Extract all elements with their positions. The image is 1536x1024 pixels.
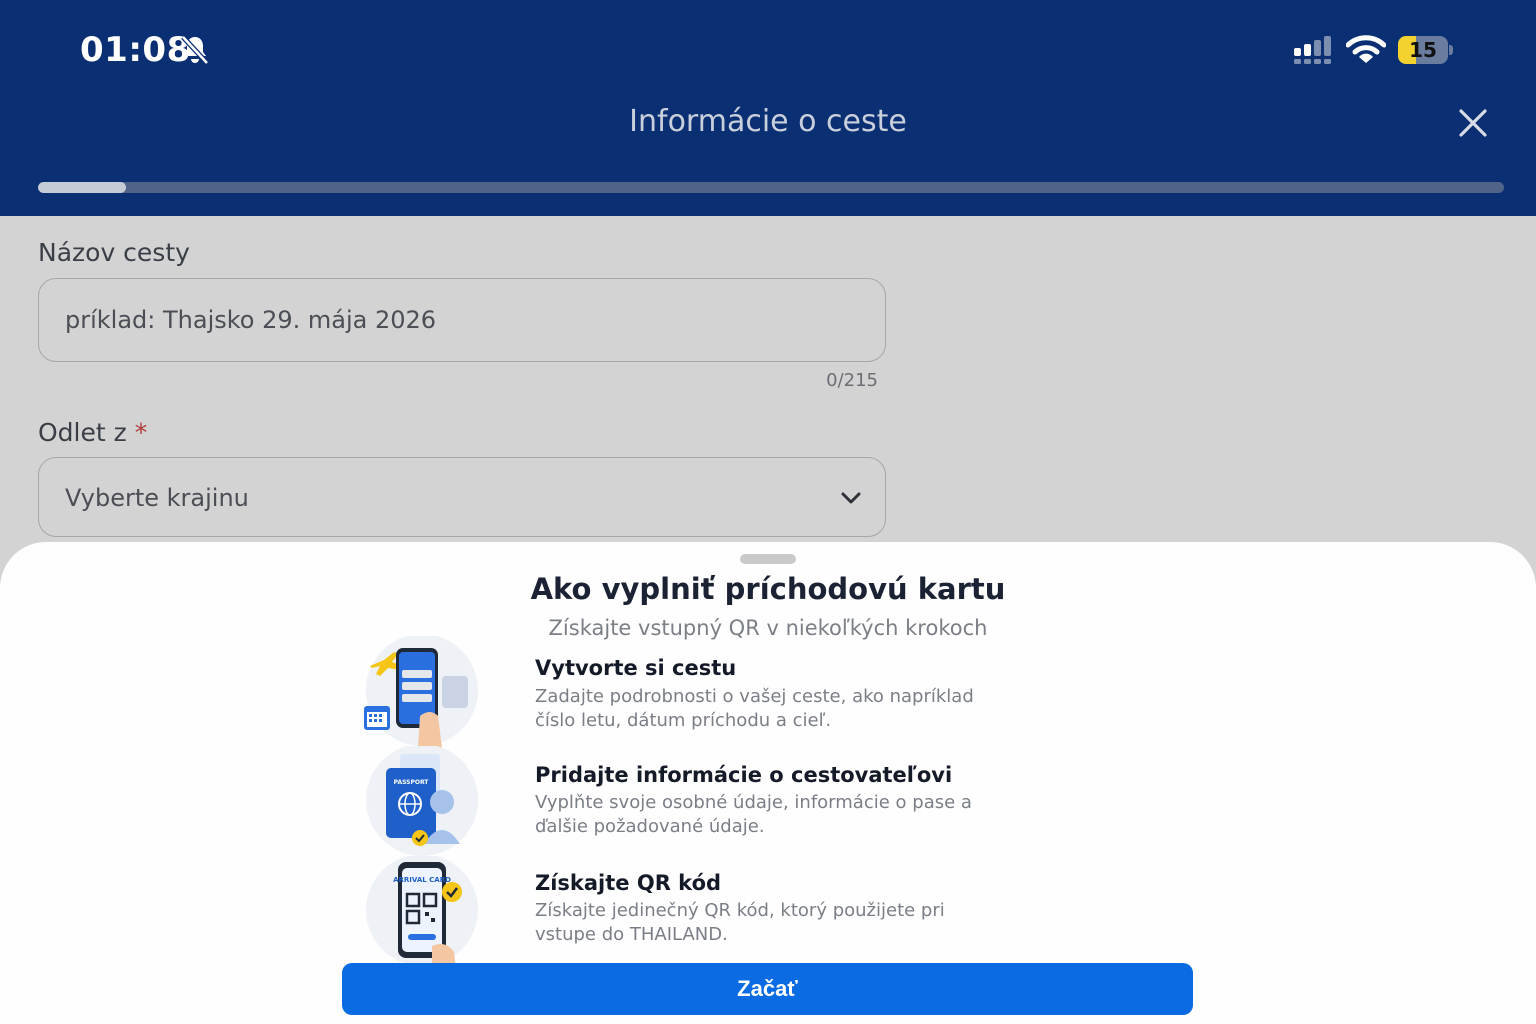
trip-name-label: Názov cesty (38, 238, 190, 267)
close-icon[interactable] (1456, 106, 1490, 140)
qr-code-phone-icon: ARRIVAL CARD (366, 856, 478, 968)
wifi-icon (1346, 35, 1386, 63)
bell-off-icon (181, 35, 209, 65)
app-header: 01:08 15 Informácie o ceste (0, 0, 1536, 216)
step-3-title: Získajte QR kód (535, 871, 722, 895)
passport-icon: PASSPORT (366, 746, 478, 856)
step-1-desc: Zadajte podrobnosti o vašej ceste, ako n… (535, 686, 974, 731)
instructions-sheet: Ako vyplniť príchodovú kartu Získajte vs… (0, 542, 1536, 1024)
trip-phone-icon (364, 636, 478, 748)
step-2-title: Pridajte informácie o cestovateľovi (535, 763, 953, 787)
cellular-signal-icon (1294, 36, 1331, 64)
sheet-title: Ako vyplniť príchodovú kartu (530, 572, 1006, 606)
battery-level: 15 (1409, 38, 1437, 62)
trip-name-placeholder: príklad: Thajsko 29. mája 2026 (65, 306, 437, 334)
passport-text: PASSPORT (394, 779, 430, 786)
status-time: 01:08 (80, 30, 191, 70)
progress-bar (38, 182, 1504, 193)
step-1-title: Vytvorte si cestu (535, 656, 737, 680)
trip-name-counter: 0/215 (826, 370, 878, 391)
chevron-down-icon (841, 492, 861, 504)
departure-label: Odlet z * (38, 418, 148, 447)
step-3-desc: Získajte jedinečný QR kód, ktorý použije… (535, 900, 945, 945)
sheet-drag-handle[interactable] (740, 554, 796, 564)
sheet-subtitle: Získajte vstupný QR v niekoľkých krokoch (548, 616, 988, 640)
battery-icon: 15 (1398, 36, 1454, 64)
required-marker: * (134, 418, 148, 447)
departure-country-select[interactable]: Vyberte krajinu (38, 457, 886, 537)
progress-fill (38, 182, 126, 193)
page-title: Informácie o ceste (629, 104, 907, 139)
arrival-card-text: ARRIVAL CARD (393, 876, 451, 884)
trip-name-input[interactable]: príklad: Thajsko 29. mája 2026 (38, 278, 886, 362)
start-button[interactable]: Začať (342, 963, 1193, 1015)
step-2-desc: Vyplňte svoje osobné údaje, informácie o… (535, 792, 972, 837)
departure-placeholder: Vyberte krajinu (65, 484, 249, 512)
